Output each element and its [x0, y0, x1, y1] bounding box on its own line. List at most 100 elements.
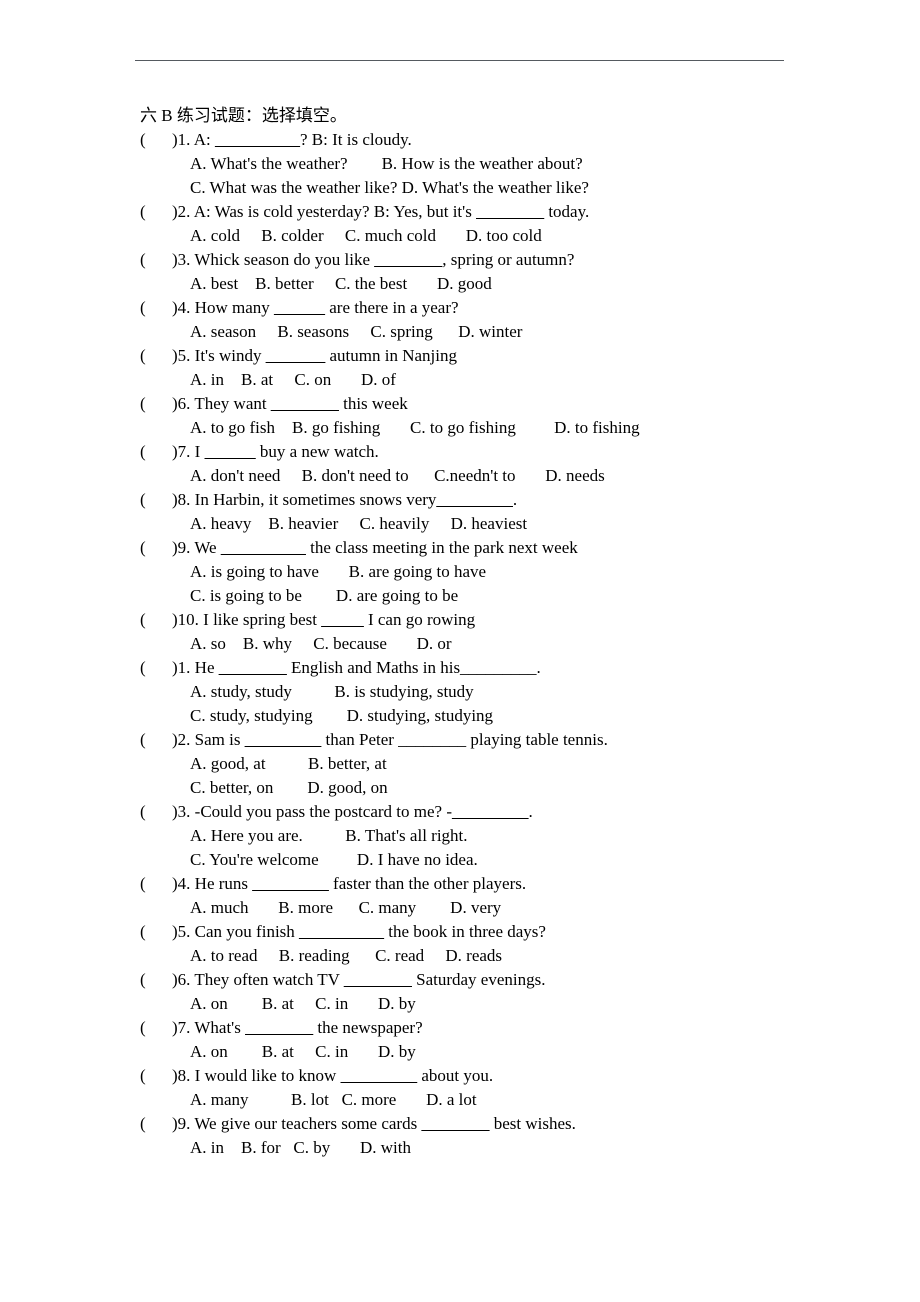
question-item: ()2. Sam is _________ than Peter _______…: [0, 728, 920, 800]
answer-box[interactable]: (: [140, 200, 172, 224]
option-line[interactable]: A. Here you are. B. That's all right.: [0, 824, 920, 848]
fill-in-blank[interactable]: __________: [215, 130, 300, 149]
question-item: ()3. -Could you pass the postcard to me?…: [0, 800, 920, 872]
option-line[interactable]: A. cold B. colder C. much cold D. too co…: [0, 224, 920, 248]
fill-in-blank[interactable]: ________: [245, 1018, 313, 1037]
question-list: ()1. A: __________? B: It is cloudy. A. W…: [0, 128, 920, 1160]
stem-text-after-blank: are there in a year?: [325, 298, 459, 317]
question-stem: ()10. I like spring best _____ I can go …: [0, 608, 920, 632]
fill-in-blank[interactable]: __________: [221, 538, 306, 557]
question-item: ()8. In Harbin, it sometimes snows very_…: [0, 488, 920, 536]
option-line[interactable]: A. on B. at C. in D. by: [0, 992, 920, 1016]
option-line[interactable]: A. is going to have B. are going to have: [0, 560, 920, 584]
fill-in-blank[interactable]: ________: [219, 658, 287, 677]
answer-box[interactable]: (: [140, 800, 172, 824]
option-line[interactable]: A. best B. better C. the best D. good: [0, 272, 920, 296]
answer-box[interactable]: (: [140, 536, 172, 560]
option-line[interactable]: C. You're welcome D. I have no idea.: [0, 848, 920, 872]
question-number: )1.: [172, 658, 191, 677]
fill-in-blank[interactable]: ________: [421, 1114, 489, 1133]
page-title: 六 B 练习试题：选择填空。: [140, 106, 347, 125]
answer-box[interactable]: (: [140, 392, 172, 416]
stem-text-before-blank: I like spring best: [198, 610, 322, 629]
answer-box[interactable]: (: [140, 344, 172, 368]
question-item: ()3. Whick season do you like ________, …: [0, 248, 920, 296]
fill-in-blank[interactable]: _________: [245, 730, 322, 749]
question-item: ()2. A: Was is cold yesterday? B: Yes, b…: [0, 200, 920, 248]
answer-box[interactable]: (: [140, 248, 172, 272]
fill-in-blank[interactable]: _____: [321, 610, 364, 629]
fill-in-blank[interactable]: ________: [476, 202, 544, 221]
fill-in-blank[interactable]: ______: [274, 298, 325, 317]
option-line[interactable]: C. study, studying D. studying, studying: [0, 704, 920, 728]
question-item: ()5. It's windy _______ autumn in Nanjin…: [0, 344, 920, 392]
answer-box[interactable]: (: [140, 440, 172, 464]
option-line[interactable]: A. much B. more C. many D. very: [0, 896, 920, 920]
stem-text-after-blank: about you.: [417, 1066, 494, 1085]
stem-text-after-blank: .: [512, 490, 518, 509]
stem-text-before-blank: A:: [190, 130, 215, 149]
fill-in-blank[interactable]: ________: [271, 394, 339, 413]
worksheet-content: 六 B 练习试题：选择填空。 ()1. A: __________? B: It…: [0, 104, 920, 1160]
answer-box[interactable]: (: [140, 920, 172, 944]
stem-text-after-blank: I can go rowing: [363, 610, 476, 629]
fill-in-blank[interactable]: ________: [374, 250, 442, 269]
question-item: ()6. They often watch TV ________ Saturd…: [0, 968, 920, 1016]
fill-in-blank[interactable]: _______: [266, 346, 326, 365]
question-stem: ()5. Can you finish __________ the book …: [0, 920, 920, 944]
fill-in-blank[interactable]: __________: [299, 922, 384, 941]
answer-box[interactable]: (: [140, 1112, 172, 1136]
option-line[interactable]: C. What was the weather like? D. What's …: [0, 176, 920, 200]
option-line[interactable]: A. study, study B. is studying, study: [0, 680, 920, 704]
question-stem: ()8. I would like to know _________ abou…: [0, 1064, 920, 1088]
answer-box[interactable]: (: [140, 1016, 172, 1040]
fill-in-blank[interactable]: ________: [344, 970, 412, 989]
option-line[interactable]: C. is going to be D. are going to be: [0, 584, 920, 608]
answer-box[interactable]: (: [140, 608, 172, 632]
option-line[interactable]: A. in B. for C. by D. with: [0, 1136, 920, 1160]
stem-text-before-blank: We give our teachers some cards: [190, 1114, 422, 1133]
fill-in-blank[interactable]: _________: [436, 490, 513, 509]
question-item: ()4. How many ______ are there in a year…: [0, 296, 920, 344]
question-stem: ()1. He ________ English and Maths in hi…: [0, 656, 920, 680]
fill-in-blank[interactable]: _________: [341, 1066, 418, 1085]
fill-in-blank[interactable]: _________: [252, 874, 329, 893]
question-item: ()7. What's ________ the newspaper? A. on…: [0, 1016, 920, 1064]
question-stem: ()7. What's ________ the newspaper?: [0, 1016, 920, 1040]
option-line[interactable]: A. to go fish B. go fishing C. to go fis…: [0, 416, 920, 440]
option-line[interactable]: A. What's the weather? B. How is the wea…: [0, 152, 920, 176]
question-stem: ()2. Sam is _________ than Peter _______…: [0, 728, 920, 752]
question-number: )9.: [172, 1114, 191, 1133]
question-number: )6.: [172, 970, 191, 989]
option-line[interactable]: A. good, at B. better, at: [0, 752, 920, 776]
answer-box[interactable]: (: [140, 728, 172, 752]
answer-box[interactable]: (: [140, 128, 172, 152]
stem-text-after-blank: .: [528, 802, 533, 821]
option-line[interactable]: A. so B. why C. because D. or: [0, 632, 920, 656]
stem-text-after-blank: ? B: It is cloudy.: [299, 130, 412, 149]
question-number: )7.: [172, 442, 191, 461]
option-line[interactable]: A. in B. at C. on D. of: [0, 368, 920, 392]
stem-text-after-blank: the class meeting in the park next week: [305, 538, 578, 557]
option-line[interactable]: A. don't need B. don't need to C.needn't…: [0, 464, 920, 488]
answer-box[interactable]: (: [140, 296, 172, 320]
option-line[interactable]: A. on B. at C. in D. by: [0, 1040, 920, 1064]
fill-in-blank[interactable]: _________: [452, 802, 529, 821]
option-line[interactable]: A. season B. seasons C. spring D. winter: [0, 320, 920, 344]
option-line[interactable]: A. to read B. reading C. read D. reads: [0, 944, 920, 968]
question-stem: ()1. A: __________? B: It is cloudy.: [0, 128, 920, 152]
answer-box[interactable]: (: [140, 488, 172, 512]
option-line[interactable]: A. heavy B. heavier C. heavily D. heavie…: [0, 512, 920, 536]
question-number: )10.: [172, 610, 199, 629]
answer-box[interactable]: (: [140, 968, 172, 992]
question-number: )2.: [172, 730, 191, 749]
answer-box[interactable]: (: [140, 656, 172, 680]
answer-box[interactable]: (: [140, 872, 172, 896]
option-line[interactable]: C. better, on D. good, on: [0, 776, 920, 800]
answer-box[interactable]: (: [140, 1064, 172, 1088]
fill-in-blank[interactable]: ______: [205, 442, 256, 461]
question-number: )3.: [172, 802, 191, 821]
option-line[interactable]: A. many B. lot C. more D. a lot: [0, 1088, 920, 1112]
question-number: )7.: [172, 1018, 191, 1037]
question-stem: ()6. They want ________ this week: [0, 392, 920, 416]
